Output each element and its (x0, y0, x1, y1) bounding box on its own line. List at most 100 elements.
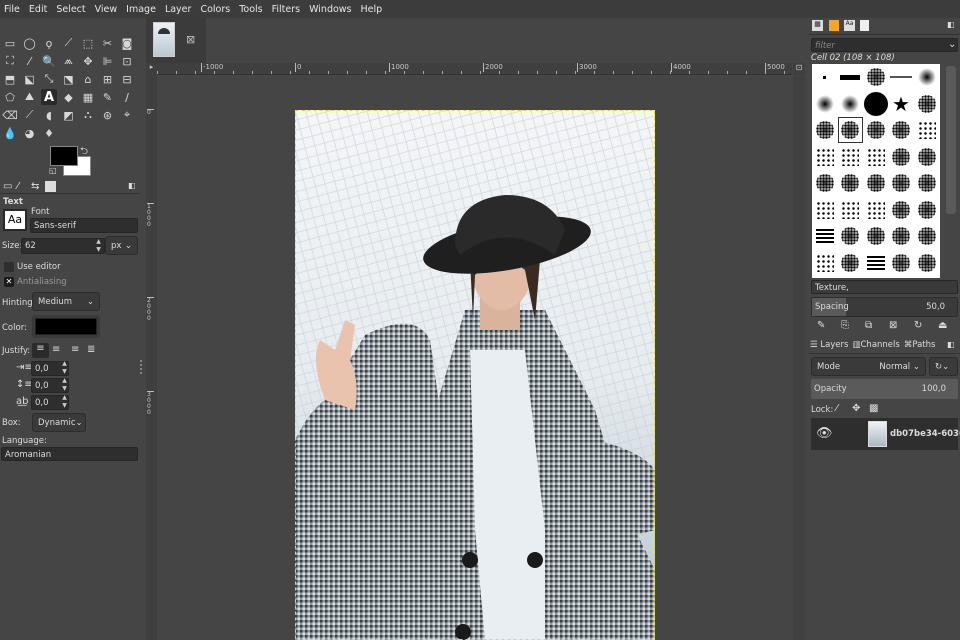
tool-button-9[interactable]: 🔍 (41, 53, 57, 69)
brush-cell[interactable] (838, 223, 863, 249)
tool-button-14[interactable]: ⬒ (2, 71, 18, 87)
line-spacing-spinner[interactable]: ▲ ▼ (60, 377, 69, 393)
tool-button-20[interactable]: ⊟ (119, 71, 135, 87)
layer-row[interactable]: 👁 db07be34-6036- (811, 418, 960, 450)
hinting-select[interactable]: Medium ⌄ (32, 292, 100, 311)
brush-cell[interactable] (914, 117, 939, 143)
brush-cell[interactable] (914, 91, 939, 117)
brush-cell[interactable] (812, 170, 837, 196)
brush-grid[interactable]: ★ (812, 64, 940, 278)
tool-button-35[interactable]: 💧 (2, 125, 18, 141)
brush-cell[interactable] (838, 197, 863, 223)
text-color-button[interactable] (32, 315, 100, 338)
fonts-tab-icon[interactable]: Aa (844, 20, 855, 31)
default-colors-icon[interactable]: ◱ (49, 166, 57, 175)
box-select[interactable]: Dynamic ⌄ (32, 413, 86, 432)
tool-button-18[interactable]: ⌂ (80, 71, 96, 87)
tool-button-17[interactable]: ⬔ (61, 71, 77, 87)
brush-cell[interactable] (863, 91, 888, 117)
tool-button-33[interactable]: ⊛ (100, 107, 116, 123)
brush-cell[interactable] (838, 250, 863, 276)
vertical-scrollbar[interactable] (793, 76, 805, 640)
tool-button-11[interactable]: ✥ (80, 53, 96, 69)
document-history-tab-icon[interactable] (860, 20, 869, 31)
tool-button-21[interactable]: ⬠ (2, 89, 18, 105)
brushes-tab-icon[interactable]: ▦ (812, 20, 823, 31)
visibility-eye-icon[interactable]: 👁 (816, 426, 833, 441)
brush-cell[interactable] (914, 223, 939, 249)
tool-button-23[interactable]: A (41, 89, 57, 105)
menu-layer[interactable]: Layer (165, 4, 192, 15)
tool-button-32[interactable]: ⛬ (80, 107, 96, 123)
zoom-fit-button[interactable]: ⊡ (793, 63, 805, 75)
close-tab-icon[interactable]: ⊠ (186, 33, 195, 46)
use-editor-checkbox[interactable] (4, 262, 14, 272)
lock-position-icon[interactable]: ✥ (852, 403, 860, 414)
brush-cell[interactable] (863, 64, 888, 90)
brush-cell[interactable] (838, 144, 863, 170)
tool-button-7[interactable]: ⛶ (2, 53, 18, 69)
delete-brush-icon[interactable]: ⊠ (889, 320, 897, 331)
tool-button-4[interactable]: ⬚ (80, 35, 96, 51)
tool-button-28[interactable]: ⌫ (2, 107, 18, 123)
brush-cell[interactable] (812, 117, 837, 143)
tab-layers[interactable]: ☰ Layers (810, 340, 848, 353)
font-preview[interactable]: Aa (3, 209, 27, 231)
tool-button-31[interactable]: ◩ (61, 107, 77, 123)
tool-button-12[interactable]: ⊫ (100, 53, 116, 69)
brush-cell[interactable] (812, 144, 837, 170)
chevron-down-icon[interactable]: ⌄ (948, 39, 956, 50)
lock-alpha-icon[interactable]: ▩ (869, 403, 878, 414)
quick-mask-toggle[interactable]: ▸ (146, 63, 157, 75)
brush-cell[interactable] (812, 64, 837, 90)
images-tab-icon[interactable] (45, 181, 56, 192)
indent-spinner[interactable]: ▲ ▼ (60, 360, 69, 376)
tool-button-13[interactable]: ⊡ (119, 53, 135, 69)
swap-colors-icon[interactable]: ⮌ (80, 144, 88, 161)
menu-filters[interactable]: Filters (272, 4, 300, 15)
tool-button-34[interactable]: ⌖ (119, 107, 135, 123)
brush-cell[interactable] (889, 64, 914, 90)
brush-cell[interactable] (914, 170, 939, 196)
tool-button-0[interactable]: ▭ (2, 35, 18, 51)
device-status-tab-icon[interactable]: ⁄ (17, 181, 19, 192)
refresh-brushes-icon[interactable]: ↻ (914, 320, 922, 331)
tool-button-5[interactable]: ✂ (100, 35, 116, 51)
foreground-color[interactable] (50, 146, 78, 166)
tool-button-30[interactable]: ◖ (41, 107, 57, 123)
brush-cell[interactable] (863, 223, 888, 249)
antialiasing-checkbox[interactable]: ✕ (4, 277, 14, 287)
font-input[interactable]: Sans-serif (30, 218, 138, 233)
new-brush-icon[interactable]: ⎘ (841, 320, 849, 331)
tool-button-10[interactable]: ⩕ (61, 53, 77, 69)
size-input[interactable]: 62 (21, 238, 105, 254)
tool-button-24[interactable]: ◆ (61, 89, 77, 105)
size-spinner[interactable]: ▲ ▼ (94, 238, 103, 254)
menu-colors[interactable]: Colors (200, 4, 230, 15)
tool-button-2[interactable]: ϙ (41, 35, 57, 51)
menu-tools[interactable]: Tools (239, 4, 262, 15)
brush-cell[interactable] (889, 223, 914, 249)
justify-right-button[interactable]: ≡ (52, 344, 60, 355)
brush-cell[interactable] (889, 250, 914, 276)
brush-filter-input[interactable]: filter (811, 38, 958, 52)
brush-cell[interactable] (863, 144, 888, 170)
tab-channels[interactable]: ▥Channels (852, 340, 899, 353)
language-input[interactable]: Aromanian (1, 447, 138, 461)
brush-cell[interactable] (914, 144, 939, 170)
menu-windows[interactable]: Windows (309, 4, 351, 15)
patterns-tab-icon[interactable] (829, 20, 839, 31)
justify-left-button[interactable]: ≡ (32, 343, 49, 358)
tool-button-16[interactable]: ⤡ (41, 71, 57, 87)
brush-cell[interactable] (863, 117, 888, 143)
brush-cell[interactable] (914, 64, 939, 90)
pane-resize-handle[interactable] (140, 360, 144, 374)
brush-cell[interactable] (812, 223, 837, 249)
brush-cell[interactable] (838, 64, 863, 90)
brush-cell[interactable] (812, 250, 837, 276)
tool-options-tab-icon[interactable]: ▭ (3, 181, 12, 192)
tool-button-29[interactable]: ⟋ (22, 107, 38, 123)
brush-cell[interactable] (889, 170, 914, 196)
brush-cell[interactable]: ★ (889, 91, 914, 117)
menu-edit[interactable]: Edit (29, 4, 47, 15)
